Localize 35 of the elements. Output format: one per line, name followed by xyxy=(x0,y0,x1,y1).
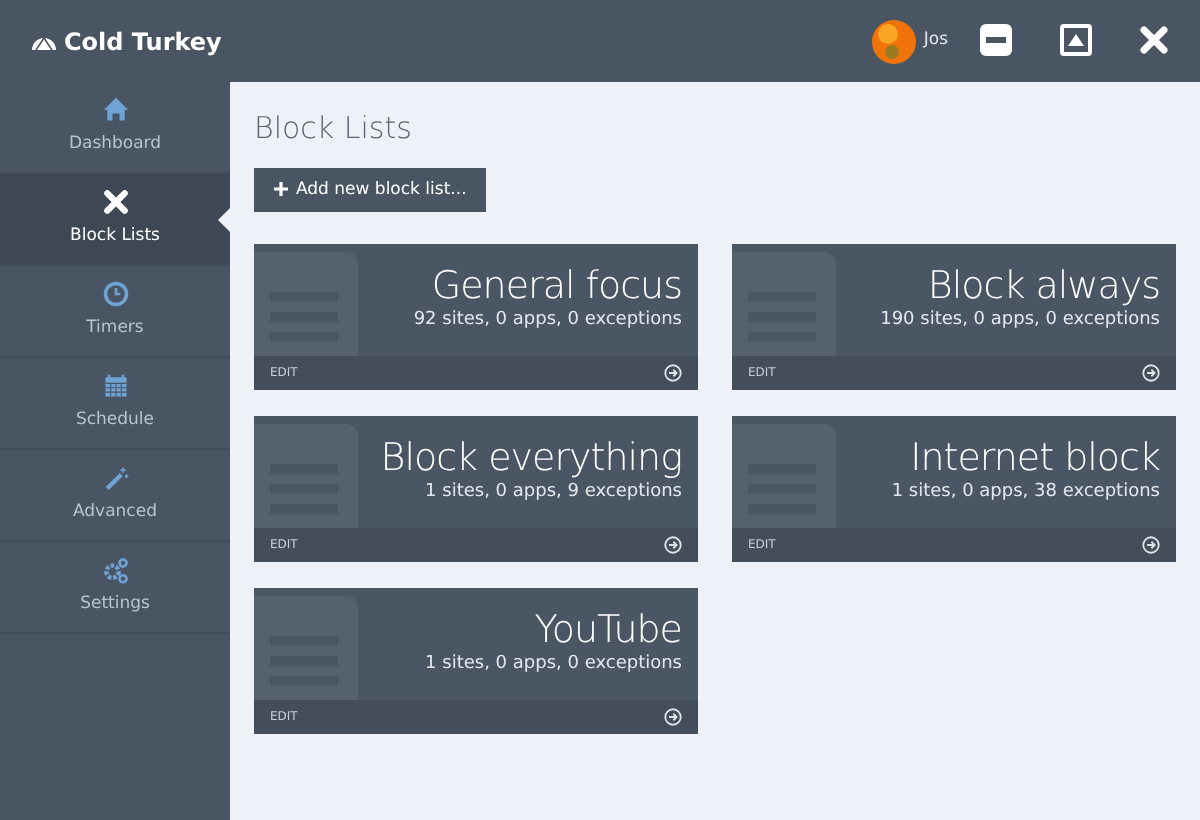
sidebar-item[interactable]: Block Lists xyxy=(0,174,230,266)
turkey-logo-icon xyxy=(32,32,56,50)
home-icon xyxy=(101,96,129,125)
sidebar-item[interactable]: Schedule xyxy=(0,358,230,450)
block-list-summary: 1 sites, 0 apps, 38 exceptions xyxy=(891,479,1160,506)
sidebar-item[interactable]: Advanced xyxy=(0,450,230,542)
block-list-name: Block always xyxy=(927,266,1160,308)
block-list-name: YouTube xyxy=(534,610,682,652)
arrow-circle-icon[interactable] xyxy=(1142,364,1160,383)
add-block-list-button[interactable]: Add new block list... xyxy=(254,167,487,213)
minimize-button[interactable] xyxy=(980,24,1012,58)
block-list-summary: 1 sites, 0 apps, 9 exceptions xyxy=(425,479,682,506)
block-list-name: General focus xyxy=(431,266,682,308)
block-list-summary: 92 sites, 0 apps, 0 exceptions xyxy=(413,307,682,334)
sidebar-item[interactable]: Settings xyxy=(0,542,230,634)
cross-icon xyxy=(101,188,129,217)
block-list-name: Internet block xyxy=(910,438,1160,480)
gears-icon xyxy=(101,556,129,585)
maximize-button[interactable] xyxy=(1060,24,1092,58)
wand-icon xyxy=(101,464,129,493)
block-list-name: Block everything xyxy=(380,438,682,480)
block-list-summary: 190 sites, 0 apps, 0 exceptions xyxy=(880,307,1160,334)
page-title: Block Lists xyxy=(254,108,414,150)
arrow-circle-icon[interactable] xyxy=(664,708,682,727)
arrow-circle-icon[interactable] xyxy=(664,364,682,383)
calendar-icon xyxy=(101,372,129,401)
block-list-summary: 1 sites, 0 apps, 0 exceptions xyxy=(425,651,682,678)
plus-icon xyxy=(274,182,288,197)
clock-icon xyxy=(101,280,129,309)
arrow-circle-icon[interactable] xyxy=(664,536,682,555)
arrow-circle-icon[interactable] xyxy=(1142,536,1160,555)
close-button[interactable] xyxy=(1140,24,1168,58)
sidebar-item[interactable]: Timers xyxy=(0,266,230,358)
user-name[interactable]: Jos xyxy=(923,28,948,54)
app-title: Cold Turkey xyxy=(64,25,222,59)
